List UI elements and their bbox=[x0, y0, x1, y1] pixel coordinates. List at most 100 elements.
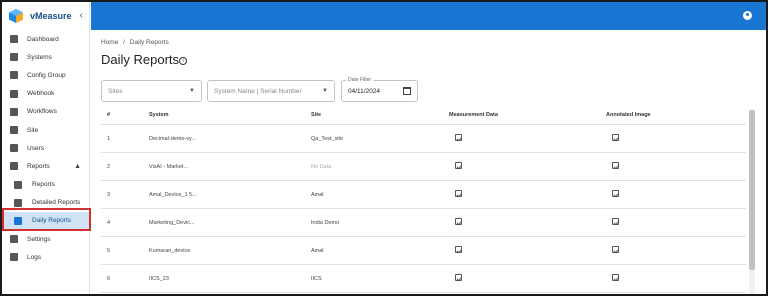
header-number: # bbox=[107, 111, 111, 118]
annotated-image-icon[interactable] bbox=[612, 162, 619, 169]
row-site: Qa_Test_site bbox=[311, 135, 344, 142]
sidebar-item-systems[interactable]: Systems bbox=[2, 48, 89, 66]
row-system: Marketing_Devic... bbox=[149, 219, 195, 226]
annotated-image-cell bbox=[606, 246, 746, 255]
measurement-data-cell bbox=[449, 274, 606, 283]
row-site: Amal bbox=[311, 247, 324, 254]
table-row[interactable]: 4 Marketing_Devic... India Demo bbox=[101, 209, 746, 237]
top-app-bar bbox=[91, 2, 766, 30]
annotated-image-cell bbox=[606, 162, 746, 171]
page-title: Daily Reports bbox=[101, 52, 180, 67]
row-site: No Data bbox=[311, 163, 332, 170]
settings-gear-icon bbox=[10, 235, 18, 244]
table-row[interactable]: 5 Kumaran_device Amal bbox=[101, 237, 746, 265]
sidebar-item-label: Detailed Reports bbox=[32, 199, 81, 207]
row-system: Kumaran_device bbox=[149, 247, 191, 254]
breadcrumb-separator: / bbox=[123, 39, 125, 46]
sidebar-item-reports-sub[interactable]: Reports bbox=[2, 176, 89, 194]
reports-icon bbox=[10, 162, 18, 171]
annotated-image-icon[interactable] bbox=[612, 134, 619, 141]
sidebar-item-label: Systems bbox=[27, 53, 52, 61]
breadcrumb-home[interactable]: Home bbox=[101, 39, 118, 46]
sidebar-item-site[interactable]: Site bbox=[2, 121, 89, 139]
sidebar-item-label: Logs bbox=[27, 253, 42, 261]
measurement-data-icon[interactable] bbox=[455, 162, 462, 169]
table-row[interactable]: 3 Amal_Device_1 5... Amal bbox=[101, 181, 746, 209]
system-placeholder: System Name | Serial Number bbox=[214, 87, 302, 95]
measurement-data-icon[interactable] bbox=[455, 190, 462, 197]
measurement-data-cell bbox=[449, 218, 606, 227]
row-number: 2 bbox=[107, 163, 111, 170]
sidebar-item-users[interactable]: Users bbox=[2, 139, 89, 157]
sidebar: vMeasure ‹ Dashboard Systems Config Group W… bbox=[2, 2, 90, 294]
annotated-image-icon[interactable] bbox=[612, 246, 619, 253]
annotated-image-icon[interactable] bbox=[612, 190, 619, 197]
daily-reports-table: # System Site Measurement Data Annotated… bbox=[101, 105, 746, 293]
account-icon[interactable] bbox=[743, 11, 752, 20]
detailed-report-icon bbox=[14, 198, 22, 207]
row-site: IICS bbox=[311, 275, 322, 282]
webhook-icon bbox=[10, 89, 18, 98]
sidebar-item-label: Webhook bbox=[27, 90, 55, 98]
logs-icon bbox=[10, 253, 18, 262]
row-number: 4 bbox=[107, 219, 111, 226]
measurement-data-icon[interactable] bbox=[455, 134, 462, 141]
sidebar-item-settings[interactable]: Settings bbox=[2, 230, 89, 248]
report-icon bbox=[14, 180, 22, 189]
annotated-image-icon[interactable] bbox=[612, 218, 619, 225]
measurement-data-cell bbox=[449, 134, 606, 143]
header-system[interactable]: System bbox=[149, 112, 311, 118]
vmeasure-logo-icon bbox=[9, 9, 23, 23]
sidebar-item-label: Dashboard bbox=[27, 35, 59, 43]
row-number: 5 bbox=[107, 247, 111, 254]
row-number: 1 bbox=[107, 135, 111, 142]
measurement-data-cell bbox=[449, 190, 606, 199]
table-body: 1 Decimal-demo-sy... Qa_Test_site 2 VisAI - … bbox=[101, 125, 746, 293]
sidebar-item-logs[interactable]: Logs bbox=[2, 248, 89, 266]
scrollbar-thumb[interactable] bbox=[749, 110, 755, 270]
breadcrumb-current: Daily Reports bbox=[129, 39, 169, 46]
table-row[interactable]: 2 VisAI - Market... No Data bbox=[101, 153, 746, 181]
date-filter-label: Date Filter bbox=[346, 77, 374, 83]
sidebar-item-config-group[interactable]: Config Group bbox=[2, 66, 89, 84]
sidebar-item-label: Workflows bbox=[27, 108, 57, 116]
annotated-image-cell bbox=[606, 134, 746, 143]
header-site[interactable]: Site bbox=[311, 112, 449, 118]
system-select[interactable]: System Name | Serial Number ▼ bbox=[207, 80, 335, 102]
breadcrumb: Home / Daily Reports bbox=[101, 39, 172, 46]
sidebar-item-webhook[interactable]: Webhook bbox=[2, 85, 89, 103]
measurement-data-cell bbox=[449, 246, 606, 255]
measurement-data-icon[interactable] bbox=[455, 218, 462, 225]
sidebar-item-label: Reports bbox=[27, 162, 50, 170]
sidebar-item-workflows[interactable]: Workflows bbox=[2, 103, 89, 121]
table-row[interactable]: 1 Decimal-demo-sy... Qa_Test_site bbox=[101, 125, 746, 153]
brand[interactable]: vMeasure bbox=[2, 2, 89, 30]
row-site: India Demo bbox=[311, 219, 340, 226]
row-system: VisAI - Market... bbox=[149, 163, 189, 170]
annotated-image-icon[interactable] bbox=[612, 274, 619, 281]
sidebar-item-dashboard[interactable]: Dashboard bbox=[2, 30, 89, 48]
date-filter-value: 04/11/2024 bbox=[348, 87, 381, 95]
chevron-left-icon[interactable]: ‹ bbox=[80, 10, 83, 21]
monitor-icon bbox=[10, 53, 18, 62]
table-row[interactable]: 6 IICS_23 IICS bbox=[101, 265, 746, 293]
table-header: # System Site Measurement Data Annotated… bbox=[101, 105, 746, 125]
sidebar-item-label: Site bbox=[27, 126, 39, 134]
chevron-up-icon[interactable]: ▲ bbox=[74, 163, 81, 170]
row-system: IICS_23 bbox=[149, 275, 169, 282]
vertical-scrollbar[interactable] bbox=[749, 110, 755, 294]
calendar-icon[interactable] bbox=[403, 87, 411, 95]
sidebar-item-label: Settings bbox=[27, 235, 51, 243]
sidebar-item-reports[interactable]: Reports ▲ bbox=[2, 157, 89, 175]
annotated-image-cell bbox=[606, 190, 746, 199]
header-annotated-image: Annotated Image bbox=[606, 111, 651, 118]
row-number: 6 bbox=[107, 275, 111, 282]
annotated-image-cell bbox=[606, 218, 746, 227]
config-gear-icon bbox=[10, 71, 18, 80]
measurement-data-icon[interactable] bbox=[455, 246, 462, 253]
date-filter-input[interactable]: Date Filter 04/11/2024 bbox=[341, 77, 418, 102]
sidebar-item-label: Reports bbox=[32, 181, 55, 189]
info-icon[interactable]: i bbox=[179, 57, 187, 65]
sites-select[interactable]: Sites ▼ bbox=[101, 80, 202, 102]
measurement-data-icon[interactable] bbox=[455, 274, 462, 281]
